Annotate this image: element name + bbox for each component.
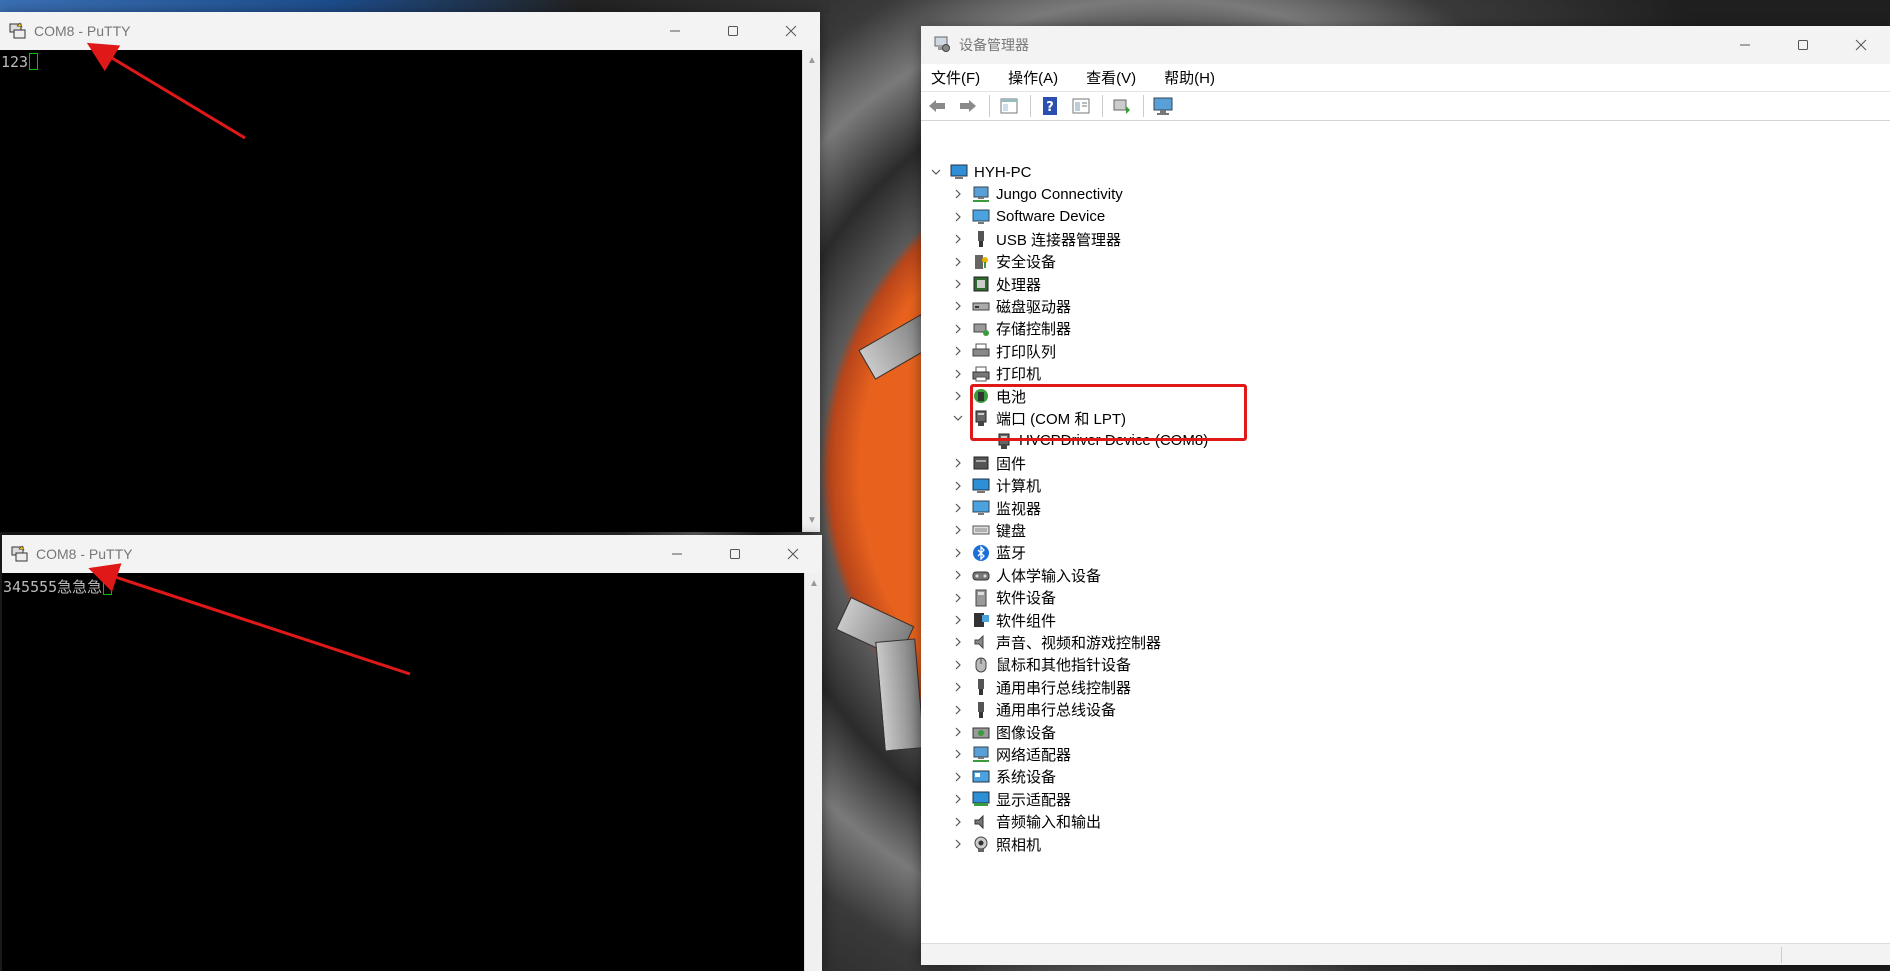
annotation-arrow: [86, 42, 411, 676]
